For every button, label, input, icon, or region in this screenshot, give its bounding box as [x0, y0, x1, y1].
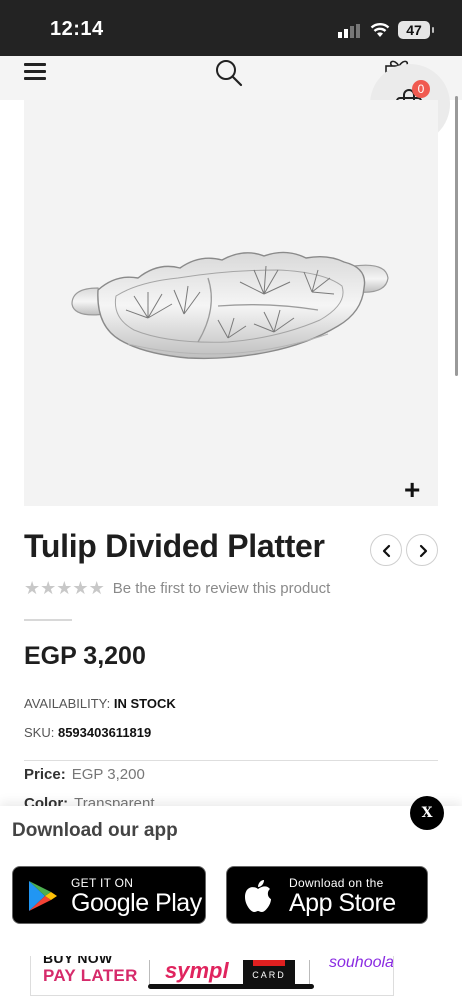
star-rating: ★★★★★	[24, 578, 105, 599]
scrollbar[interactable]	[455, 96, 458, 376]
product-image	[71, 251, 389, 360]
close-banner-button[interactable]: X	[410, 796, 444, 830]
chevron-left-icon	[382, 544, 391, 558]
previous-product-button[interactable]	[370, 534, 402, 566]
sku-value: 8593403611819	[57, 725, 152, 740]
hamburger-menu-icon[interactable]	[24, 63, 46, 81]
spec-value: EGP 3,200	[71, 766, 145, 783]
buy-now-pay-later-logo: BUY NOW PAY LATER	[43, 956, 138, 986]
payment-partners-strip: BUY NOW PAY LATER sympl CARD souhoola	[30, 956, 394, 996]
star-icon: ★	[72, 578, 89, 598]
cart-count-badge: 0	[412, 80, 430, 98]
chevron-right-icon	[419, 544, 428, 558]
app-store-small-text: Download on the	[289, 876, 384, 890]
wifi-icon	[370, 23, 390, 37]
google-play-button[interactable]: GET IT ON Google Play	[12, 866, 206, 924]
zoom-plus-icon[interactable]: +	[404, 476, 420, 504]
divider	[24, 760, 438, 761]
availability: AVAILABILITY: IN STOCK	[24, 696, 176, 711]
product-rating: ★★★★★ Be the first to review this produc…	[24, 578, 330, 599]
separator	[309, 960, 310, 986]
product-gallery[interactable]: +	[24, 100, 438, 506]
battery-indicator: 47	[398, 21, 434, 39]
apple-icon	[245, 880, 271, 912]
download-app-banner: Download our app X GET IT ON Google Play…	[0, 796, 462, 1000]
pay-later-text: PAY LATER	[43, 966, 138, 985]
availability-value: IN STOCK	[113, 696, 176, 711]
star-icon: ★	[56, 578, 73, 598]
google-play-icon	[29, 881, 57, 911]
souhoola-logo: souhoola	[329, 956, 394, 971]
premium-card-logo: CARD	[243, 960, 295, 986]
app-store-button[interactable]: Download on the App Store	[226, 866, 428, 924]
sympl-logo: sympl	[165, 958, 229, 983]
star-icon: ★	[24, 578, 41, 598]
clock: 12:14	[50, 18, 104, 40]
app-store-big-text: App Store	[289, 889, 396, 917]
home-indicator[interactable]	[148, 984, 314, 989]
star-icon: ★	[40, 578, 57, 598]
product-title: Tulip Divided Platter	[24, 528, 325, 564]
status-bar: 12:14 47	[0, 0, 462, 56]
search-icon[interactable]	[214, 58, 244, 88]
banner-title: Download our app	[12, 820, 178, 841]
review-link[interactable]: Be the first to review this product	[113, 580, 331, 597]
cellular-signal-icon	[338, 24, 360, 38]
product-price: EGP 3,200	[24, 642, 146, 670]
sku: SKU: 8593403611819	[24, 725, 151, 740]
availability-label: AVAILABILITY:	[24, 696, 111, 711]
sku-label: SKU:	[24, 725, 55, 740]
spec-row-price: Price: EGP 3,200	[24, 766, 145, 783]
star-icon: ★	[88, 578, 105, 598]
google-play-big-text: Google Play	[71, 889, 202, 917]
google-play-small-text: GET IT ON	[71, 876, 134, 890]
buy-now-text: BUY NOW	[43, 956, 113, 966]
divider	[24, 619, 72, 621]
next-product-button[interactable]	[406, 534, 438, 566]
separator	[149, 960, 150, 986]
spec-label: Price:	[24, 766, 66, 783]
